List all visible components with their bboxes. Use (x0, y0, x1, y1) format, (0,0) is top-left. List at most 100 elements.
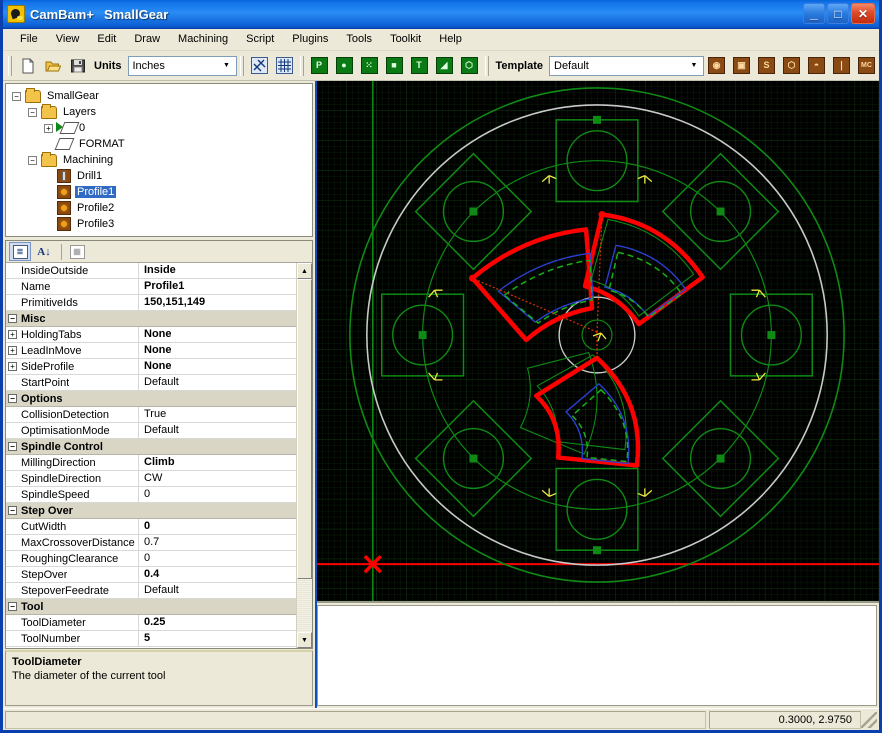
property-value-cell[interactable]: 0.4 (139, 567, 296, 583)
property-row[interactable]: ToolNumber 5 (6, 630, 296, 647)
property-row[interactable]: MillingDirection Climb (6, 454, 296, 471)
tree-node-profile3[interactable]: Profile3 (12, 216, 312, 232)
property-row[interactable]: + HoldingTabs None (6, 326, 296, 343)
property-value-cell[interactable]: 0.25 (139, 615, 296, 631)
draw-points-button[interactable]: ⁙ (358, 55, 381, 77)
property-value-cell[interactable]: None (139, 359, 296, 375)
expander-icon[interactable]: − (8, 314, 17, 323)
tree-node-layer-0[interactable]: + 0 (12, 120, 312, 136)
units-combobox[interactable]: Inches ▼ (127, 55, 237, 76)
expander-icon[interactable]: − (8, 394, 17, 403)
property-grid[interactable]: InsideOutside Inside Name Profile1 Primitive… (6, 263, 296, 648)
draw-text-button[interactable]: T (408, 55, 431, 77)
3d-surface-mop-button[interactable]: ⬡ (780, 55, 803, 77)
scroll-up-button[interactable]: ▲ (297, 263, 312, 279)
engrave-mop-button[interactable]: S (755, 55, 778, 77)
expander-icon[interactable]: − (12, 91, 21, 101)
menu-toolkit[interactable]: Toolkit (381, 31, 430, 48)
expander-icon[interactable]: − (28, 155, 37, 165)
menu-machining[interactable]: Machining (169, 31, 237, 48)
menu-plugins[interactable]: Plugins (283, 31, 337, 48)
property-category-row[interactable]: − Misc (6, 311, 296, 327)
property-category-row[interactable]: − Step Over (6, 503, 296, 519)
tool-library-button[interactable]: ❘ (830, 55, 853, 77)
expander-icon[interactable]: + (44, 123, 53, 133)
draw-circle-button[interactable]: ● (333, 55, 356, 77)
template-combobox[interactable]: Default ▼ (549, 55, 704, 76)
draw-polyline-button[interactable]: P (308, 55, 331, 77)
menu-file[interactable]: File (11, 31, 47, 48)
expander-icon[interactable]: − (8, 602, 17, 611)
property-value-cell[interactable]: 0.7 (139, 535, 296, 551)
property-row[interactable]: OptimisationMode Default (6, 422, 296, 439)
post-process-button[interactable]: MC (855, 55, 878, 77)
close-button[interactable]: ✕ (851, 3, 875, 24)
property-row[interactable]: CollisionDetection True (6, 406, 296, 423)
property-row[interactable]: MaxCrossoverDistance 0.7 (6, 534, 296, 551)
property-row[interactable]: Name Profile1 (6, 278, 296, 295)
tree-node-drill1[interactable]: Drill1 (12, 168, 312, 184)
expander-icon[interactable]: − (8, 442, 17, 451)
property-category-row[interactable]: − Tool (6, 599, 296, 615)
drill-mop-button[interactable]: ◓ (805, 55, 828, 77)
property-row[interactable]: + LeadInMove None (6, 342, 296, 359)
property-pages-button[interactable]: ▦ (66, 242, 88, 261)
chevron-down-icon-template[interactable]: ▼ (686, 58, 702, 74)
menu-draw[interactable]: Draw (125, 31, 169, 48)
property-row[interactable]: PrimitiveIds 150,151,149 (6, 294, 296, 311)
new-file-button[interactable] (16, 55, 39, 77)
save-file-button[interactable] (66, 55, 89, 77)
expander-icon[interactable]: − (8, 506, 17, 515)
toolbar-grip-3[interactable] (299, 55, 304, 76)
output-message-panel[interactable] (317, 605, 877, 706)
pocket-mop-button[interactable]: ▣ (730, 55, 753, 77)
property-grid-scrollbar[interactable]: ▲ ▼ (296, 263, 312, 648)
resize-grip[interactable] (861, 711, 877, 728)
property-value-cell[interactable]: 0 (139, 551, 296, 567)
property-row[interactable]: + SideProfile None (6, 358, 296, 375)
property-value-cell[interactable]: CW (139, 471, 296, 487)
toolbar-grip-2[interactable] (239, 55, 244, 76)
property-row[interactable]: RoughingClearance 0 (6, 550, 296, 567)
property-value-cell[interactable]: Default (139, 423, 296, 439)
property-value-cell[interactable]: Profile1 (139, 279, 296, 295)
draw-surface-button[interactable]: ⬡ (458, 55, 481, 77)
tree-node-machining[interactable]: − Machining (12, 151, 312, 168)
property-row[interactable]: CutWidth 0 (6, 518, 296, 535)
property-row[interactable]: StepOver 0.4 (6, 566, 296, 583)
toolbar-grip-4[interactable] (484, 55, 489, 76)
property-category-row[interactable]: − Spindle Control (6, 439, 296, 455)
tree-node-profile2[interactable]: Profile2 (12, 200, 312, 216)
expander-icon[interactable]: + (8, 330, 17, 339)
menu-edit[interactable]: Edit (88, 31, 125, 48)
draw-region-button[interactable]: ◢ (433, 55, 456, 77)
tree-node-profile1[interactable]: Profile1 (12, 184, 312, 200)
scrollbar-thumb[interactable] (297, 279, 312, 579)
menu-view[interactable]: View (47, 31, 89, 48)
expander-icon[interactable]: − (28, 107, 37, 117)
property-value-cell[interactable]: True (139, 407, 296, 423)
property-value-cell[interactable]: Inside (139, 263, 296, 279)
property-row[interactable]: SpindleSpeed 0 (6, 486, 296, 503)
tree-node-layer-format[interactable]: FORMAT (12, 136, 312, 152)
menu-help[interactable]: Help (430, 31, 471, 48)
property-row[interactable]: StartPoint Default (6, 374, 296, 391)
property-value-cell[interactable]: 150,151,149 (139, 295, 296, 311)
cad-drawing-view[interactable] (317, 81, 879, 603)
property-category-row[interactable]: − Options (6, 391, 296, 407)
tree-node-layers[interactable]: − Layers (12, 103, 312, 120)
chevron-down-icon[interactable]: ▼ (219, 58, 235, 74)
property-value-cell[interactable]: Default (139, 375, 296, 391)
tree-node-smallgear[interactable]: − SmallGear (12, 87, 312, 104)
property-value-cell[interactable]: 5 (139, 631, 296, 647)
small-gear-cad-view[interactable] (317, 81, 879, 601)
expander-icon[interactable]: + (8, 362, 17, 371)
draw-rectangle-button[interactable]: ■ (383, 55, 406, 77)
snap-toggle-button[interactable] (248, 55, 271, 77)
categorized-view-button[interactable]: ≣ (9, 242, 31, 261)
property-value-cell[interactable]: 0 (139, 487, 296, 503)
property-value-cell[interactable]: Default (139, 583, 296, 599)
property-value-cell[interactable]: 0 (139, 519, 296, 535)
menu-script[interactable]: Script (237, 31, 283, 48)
property-value-cell[interactable]: None (139, 327, 296, 343)
